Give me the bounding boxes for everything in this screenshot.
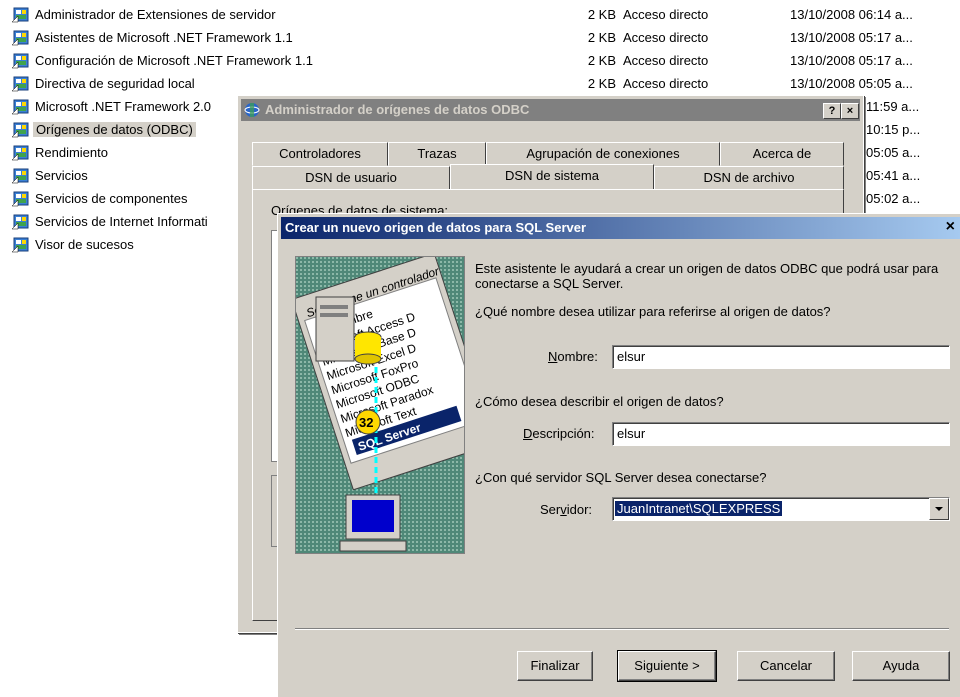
file-date: 05:41 a... — [866, 168, 921, 183]
odbc-title: Administrador de orígenes de datos ODBC — [265, 102, 530, 117]
shortcut-icon — [12, 191, 29, 207]
file-name: Servicios de Internet Informati — [35, 214, 208, 229]
shortcut-icon — [12, 122, 29, 138]
file-name: Orígenes de datos (ODBC) — [33, 122, 196, 137]
file-row[interactable]: Asistentes de Microsoft .NET Framework 1… — [0, 27, 960, 49]
wizard-title-bar[interactable]: Crear un nuevo origen de datos para SQL … — [281, 217, 960, 239]
file-name: Directiva de seguridad local — [35, 76, 195, 91]
name-question: ¿Qué nombre desea utilizar para referirs… — [475, 304, 831, 319]
cancel-button[interactable]: Cancelar — [737, 651, 835, 681]
file-type: Acceso directo — [623, 7, 709, 22]
file-date: 11:59 a... — [866, 99, 920, 114]
finish-button[interactable]: Finalizar — [517, 651, 593, 681]
file-name: Servicios — [35, 168, 88, 183]
sql-server-dsn-wizard: Crear un nuevo origen de datos para SQL … — [277, 213, 960, 697]
shortcut-icon — [12, 214, 29, 230]
file-size: 2 KB — [587, 76, 616, 91]
wizard-illustration: Seleccione un controlador Nombre Microso… — [295, 256, 465, 554]
file-row[interactable]: Directiva de seguridad local 2 KB Acceso d… — [0, 73, 960, 95]
tab-acerca-de[interactable]: Acerca de — [720, 142, 844, 166]
shortcut-icon — [12, 7, 29, 23]
file-date: 13/10/2008 05:05 a... — [790, 76, 913, 91]
file-name: Servicios de componentes — [35, 191, 188, 206]
chevron-down-icon[interactable] — [929, 498, 949, 520]
shortcut-icon — [12, 168, 29, 184]
name-field[interactable]: elsur — [612, 345, 950, 369]
file-name: Visor de sucesos — [35, 237, 134, 252]
file-date: 13/10/2008 06:14 a... — [790, 7, 913, 22]
file-type: Acceso directo — [623, 53, 709, 68]
server-value: JuanIntranet\SQLEXPRESS — [615, 501, 783, 516]
file-name: Configuración de Microsoft .NET Framewor… — [35, 53, 313, 68]
shortcut-icon — [12, 76, 29, 92]
file-name: Administrador de Extensiones de servidor — [35, 7, 276, 22]
svg-text:32: 32 — [359, 415, 373, 430]
file-name: Rendimiento — [35, 145, 108, 160]
next-button[interactable]: Siguiente > — [617, 650, 717, 682]
tab-dsn-archivo[interactable]: DSN de archivo — [654, 166, 844, 190]
file-name: Microsoft .NET Framework 2.0 — [35, 99, 212, 114]
shortcut-icon — [12, 53, 29, 69]
tab-agrupacion-conexiones[interactable]: Agrupación de conexiones — [486, 142, 720, 166]
file-row[interactable]: Administrador de Extensiones de servidor… — [0, 4, 960, 26]
tab-dsn-usuario[interactable]: DSN de usuario — [252, 166, 450, 190]
wizard-intro: Este asistente le ayudará a crear un ori… — [475, 261, 939, 291]
file-type: Acceso directo — [623, 30, 709, 45]
file-size: 2 KB — [587, 7, 616, 22]
server-combobox[interactable]: JuanIntranet\SQLEXPRESS — [612, 497, 950, 521]
file-date: 10:15 p... — [866, 122, 921, 137]
shortcut-icon — [12, 237, 29, 253]
tab-controladores[interactable]: Controladores — [252, 142, 388, 166]
shortcut-icon — [12, 145, 29, 161]
server-question: ¿Con qué servidor SQL Server desea conec… — [475, 470, 767, 485]
tab-dsn-sistema[interactable]: DSN de sistema — [450, 164, 654, 189]
file-type: Acceso directo — [623, 76, 709, 91]
file-size: 2 KB — [587, 30, 616, 45]
file-name: Asistentes de Microsoft .NET Framework 1… — [35, 30, 293, 45]
help-button[interactable]: Ayuda — [852, 651, 950, 681]
help-title-button[interactable]: ? — [823, 103, 841, 119]
file-date: 05:02 a... — [866, 191, 921, 206]
shortcut-icon — [12, 30, 29, 46]
file-row[interactable]: Configuración de Microsoft .NET Framewor… — [0, 50, 960, 72]
server-label: Servidor: — [540, 502, 593, 517]
shortcut-icon — [12, 99, 29, 115]
wizard-title: Crear un nuevo origen de datos para SQL … — [285, 220, 587, 235]
file-size: 2 KB — [587, 53, 616, 68]
name-label: Nombre: — [548, 349, 598, 364]
description-question: ¿Cómo desea describir el origen de datos… — [475, 394, 724, 409]
description-label: Descripción: — [523, 426, 595, 441]
file-date: 13/10/2008 05:17 a... — [790, 53, 913, 68]
file-date: 05:05 a... — [866, 145, 921, 160]
close-icon[interactable]: × — [946, 218, 955, 236]
tab-trazas[interactable]: Trazas — [388, 142, 486, 166]
description-field[interactable]: elsur — [612, 422, 950, 446]
illustration-art: Seleccione un controlador Nombre Microso… — [296, 257, 464, 553]
odbc-title-bar[interactable]: Administrador de orígenes de datos ODBC … — [241, 99, 860, 121]
file-date: 13/10/2008 05:17 a... — [790, 30, 913, 45]
close-title-button[interactable]: × — [841, 103, 859, 119]
separator — [295, 628, 949, 630]
odbc-icon — [244, 103, 260, 117]
